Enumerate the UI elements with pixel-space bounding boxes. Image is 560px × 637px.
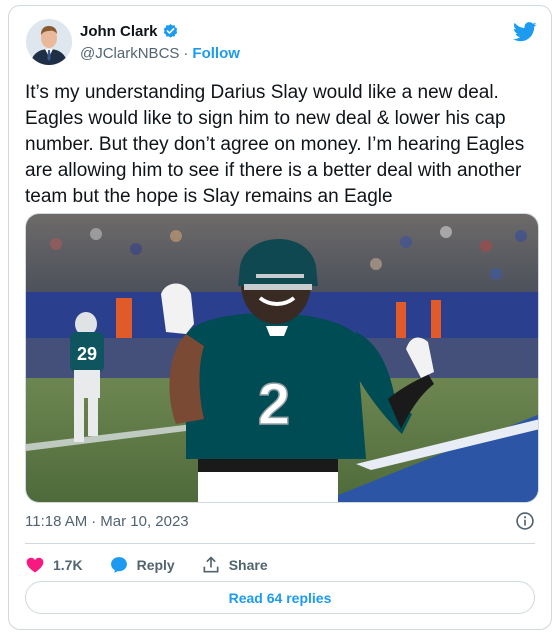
like-count: 1.7K <box>53 557 83 573</box>
jersey-number: 2 <box>258 372 290 437</box>
follow-button[interactable]: Follow <box>192 45 240 62</box>
timestamp-separator: · <box>91 513 97 530</box>
author-handle[interactable]: @JClarkNBCS <box>80 45 179 62</box>
tweet-text: It’s my understanding Darius Slay would … <box>25 82 525 207</box>
share-label: Share <box>228 557 268 573</box>
read-replies-button[interactable]: Read 64 replies <box>25 581 535 614</box>
tweet-timestamp[interactable]: 11:18 AM · Mar 10, 2023 <box>25 513 189 530</box>
avatar[interactable] <box>26 19 72 65</box>
divider <box>25 543 535 544</box>
author-name[interactable]: John Clark <box>80 23 158 40</box>
reply-label: Reply <box>136 557 175 573</box>
tweet-photo[interactable]: 29 2 <box>25 213 539 503</box>
photo-football-player: 29 2 <box>26 214 538 502</box>
tweet-time: 11:18 AM <box>25 513 88 530</box>
author-name-row: John Clark <box>80 23 179 40</box>
share-button[interactable]: Share <box>201 555 268 575</box>
twitter-bird-icon[interactable] <box>513 21 537 43</box>
handle-separator: · <box>183 45 189 62</box>
tweet-date: Mar 10, 2023 <box>100 513 189 530</box>
background-jersey-number: 29 <box>77 344 97 364</box>
reply-button[interactable]: Reply <box>109 555 175 575</box>
action-bar: 1.7K Reply Share <box>25 555 268 575</box>
heart-icon <box>26 557 44 573</box>
tweet-card: John Clark @JClarkNBCS · Follow It’s my … <box>8 5 552 630</box>
reply-bubble-icon <box>110 557 127 573</box>
share-upload-icon <box>203 556 219 573</box>
info-icon[interactable] <box>515 511 535 531</box>
verified-badge-icon <box>163 24 177 38</box>
like-button[interactable]: 1.7K <box>25 555 83 575</box>
avatar-portrait <box>26 19 72 65</box>
author-handle-row: @JClarkNBCS · Follow <box>80 45 240 62</box>
